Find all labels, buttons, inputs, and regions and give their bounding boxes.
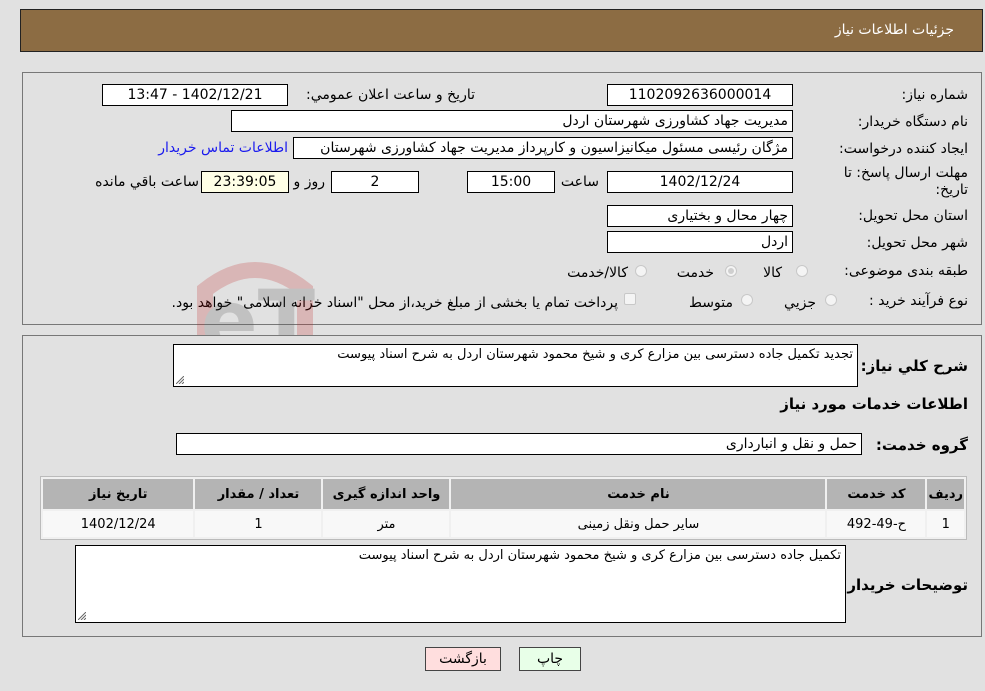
need-number-label: شماره نیاز: bbox=[901, 87, 969, 103]
cell-quantity: 1 bbox=[195, 511, 322, 537]
table-row: 1 ح-49-492 سایر حمل ونقل زمینی متر 1 140… bbox=[43, 511, 964, 537]
description-textarea[interactable]: تجدید تکمیل جاده دسترسی بین مزارع کری و … bbox=[173, 344, 858, 387]
remaining-label: ساعت باقي مانده bbox=[95, 174, 199, 190]
print-button[interactable]: چاپ bbox=[519, 647, 581, 671]
creator-label: ایجاد کننده درخواست: bbox=[839, 141, 968, 157]
process-radio-medium[interactable] bbox=[741, 294, 753, 306]
announce-label: تاریخ و ساعت اعلان عمومي: bbox=[306, 87, 475, 103]
cell-service-name: سایر حمل ونقل زمینی bbox=[451, 511, 826, 537]
process-radio-minor[interactable] bbox=[825, 294, 837, 306]
category-radio-service[interactable] bbox=[725, 265, 737, 277]
days-label: روز و bbox=[293, 174, 326, 190]
buyer-notes-textarea[interactable]: تکمیل جاده دسترسی بین مزارع کری و شیخ مح… bbox=[75, 545, 846, 623]
need-number-field: 1102092636000014 bbox=[607, 84, 793, 106]
buyer-org-field: مدیریت جهاد کشاورزی شهرستان اردل bbox=[231, 110, 793, 132]
creator-field: مژگان رئیسی مسئول میکانیزاسیون و کارپردا… bbox=[293, 137, 793, 159]
cell-service-code: ح-49-492 bbox=[827, 511, 926, 537]
days-remaining-field: 2 bbox=[331, 171, 419, 193]
buyer-contact-link[interactable]: اطلاعات تماس خریدار bbox=[158, 140, 288, 156]
buyer-notes-label: توضیحات خریدار: bbox=[841, 576, 968, 594]
page-header: جزئیات اطلاعات نیاز bbox=[20, 9, 983, 52]
cell-need-date: 1402/12/24 bbox=[43, 511, 194, 537]
services-table: ردیف کد خدمت نام خدمت واحد اندازه گیری ت… bbox=[40, 476, 967, 540]
back-button[interactable]: بازگشت bbox=[425, 647, 501, 671]
resize-grip-icon[interactable] bbox=[78, 612, 86, 620]
category-option-goods-service: کالا/خدمت bbox=[567, 265, 628, 281]
category-radio-goods[interactable] bbox=[796, 265, 808, 277]
remaining-time-field: 23:39:05 bbox=[201, 171, 289, 193]
category-label: طبقه بندی موضوعی: bbox=[844, 263, 968, 279]
process-option-medium: متوسط bbox=[689, 295, 733, 311]
deadline-time-label: ساعت bbox=[560, 174, 599, 190]
description-text: تجدید تکمیل جاده دسترسی بین مزارع کری و … bbox=[337, 347, 853, 362]
cell-unit: متر bbox=[323, 511, 450, 537]
description-label: شرح کلي نیاز: bbox=[860, 357, 968, 375]
col-service-code: کد خدمت bbox=[827, 479, 926, 509]
buyer-org-label: نام دستگاه خریدار: bbox=[857, 114, 968, 130]
col-service-name: نام خدمت bbox=[451, 479, 826, 509]
province-label: استان محل تحویل: bbox=[858, 208, 968, 224]
deadline-date-field: 1402/12/24 bbox=[607, 171, 793, 193]
category-option-goods: کالا bbox=[763, 265, 782, 281]
service-group-field: حمل و نقل و انبارداری bbox=[176, 433, 862, 455]
table-header-row: ردیف کد خدمت نام خدمت واحد اندازه گیری ت… bbox=[43, 479, 964, 509]
col-unit: واحد اندازه گیری bbox=[323, 479, 450, 509]
services-heading: اطلاعات خدمات مورد نیاز bbox=[780, 395, 968, 413]
resize-grip-icon[interactable] bbox=[176, 376, 184, 384]
category-radio-goods-service[interactable] bbox=[635, 265, 647, 277]
page-title: جزئیات اطلاعات نیاز bbox=[834, 22, 954, 38]
city-label: شهر محل تحویل: bbox=[866, 235, 968, 251]
service-group-label: گروه خدمت: bbox=[875, 436, 968, 454]
buyer-notes-text: تکمیل جاده دسترسی بین مزارع کری و شیخ مح… bbox=[358, 548, 841, 563]
col-row-number: ردیف bbox=[927, 479, 964, 509]
province-field: چهار محال و بختیاری bbox=[607, 205, 793, 227]
deadline-label: مهلت ارسال پاسخ: تا bbox=[843, 165, 968, 181]
category-option-service: خدمت bbox=[676, 265, 714, 281]
city-field: اردل bbox=[607, 231, 793, 253]
col-need-date: تاریخ نیاز bbox=[43, 479, 194, 509]
deadline-time-field: 15:00 bbox=[467, 171, 555, 193]
col-quantity: تعداد / مقدار bbox=[195, 479, 322, 509]
announce-datetime-field: 1402/12/21 - 13:47 bbox=[102, 84, 288, 106]
treasury-checkbox-label: پرداخت تمام یا بخشی از مبلغ خرید،از محل … bbox=[171, 295, 618, 311]
process-type-label: نوع فرآیند خرید : bbox=[869, 293, 968, 309]
cell-row-number: 1 bbox=[927, 511, 964, 537]
treasury-checkbox[interactable] bbox=[624, 293, 636, 305]
deadline-label-2: تاریخ: bbox=[935, 182, 968, 198]
process-option-minor: جزيي bbox=[784, 295, 816, 311]
